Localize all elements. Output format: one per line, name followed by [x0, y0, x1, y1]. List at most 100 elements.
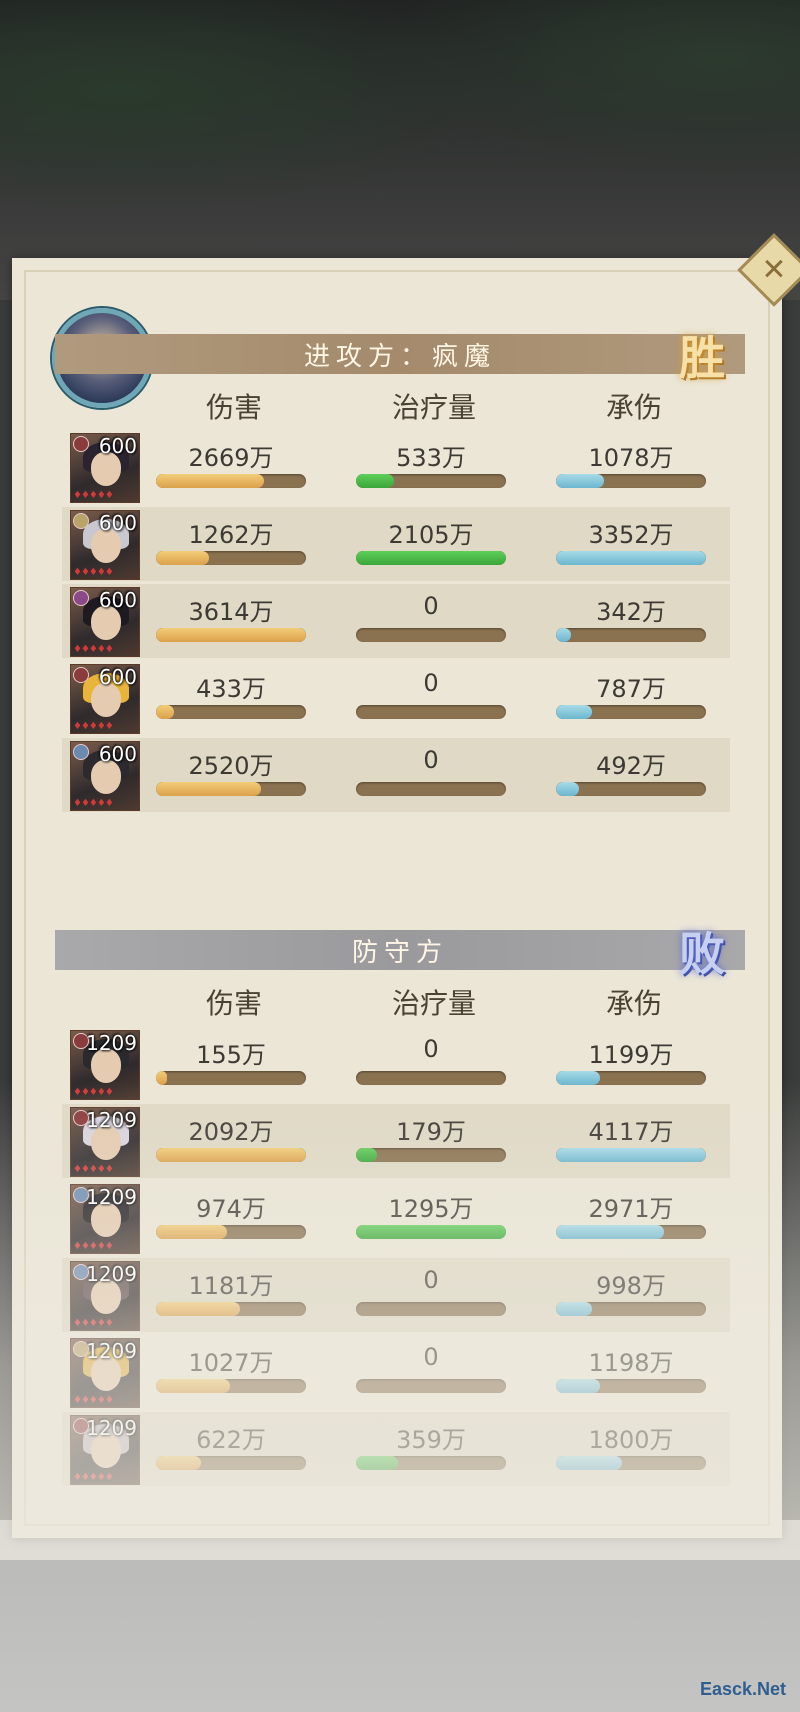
damage-value: 1262万: [188, 521, 274, 549]
element-icon: [73, 513, 89, 529]
heal-value: 0: [423, 669, 439, 697]
taken-bar: [556, 782, 706, 796]
defend-damage-stat: 2092万: [156, 1112, 306, 1172]
hero-portrait[interactable]: 600 ♦♦♦♦♦: [70, 510, 140, 580]
attack-taken-stat: 3352万: [556, 515, 706, 575]
damage-bar-fill: [156, 1071, 167, 1085]
attack-section-header: 进攻方：疯魔 胜: [55, 331, 745, 385]
heal-value: 359万: [396, 1426, 466, 1454]
attack-damage-stat: 2669万: [156, 438, 306, 498]
damage-bar-fill: [156, 1225, 227, 1239]
heal-bar-fill: [356, 474, 394, 488]
hero-portrait[interactable]: 1209 ♦♦♦♦♦: [70, 1030, 140, 1100]
taken-bar-fill: [556, 782, 579, 796]
heal-bar: [356, 1225, 506, 1239]
heal-bar-fill: [356, 551, 506, 565]
defend-taken-stat: 4117万: [556, 1112, 706, 1172]
heal-bar-fill: [356, 1225, 506, 1239]
taken-value: 3352万: [588, 521, 674, 549]
damage-value: 2520万: [188, 752, 274, 780]
damage-bar-fill: [156, 705, 174, 719]
hero-portrait[interactable]: 1209 ♦♦♦♦♦: [70, 1184, 140, 1254]
defend-heal-stat: 359万: [356, 1420, 506, 1480]
damage-bar: [156, 474, 306, 488]
star-rank-icon: ♦♦♦♦♦: [73, 490, 114, 501]
heal-value: 0: [423, 1266, 439, 1294]
attack-header-taken: 承伤: [605, 391, 662, 424]
defend-heal-stat: 0: [356, 1266, 506, 1326]
defend-hero-row: 1209 ♦♦♦♦♦ 974万 1295万 2971万: [62, 1181, 730, 1255]
defend-title: 防守方: [351, 937, 448, 968]
hero-level: 1209: [86, 1339, 137, 1363]
hero-level: 600: [98, 511, 137, 535]
taken-bar: [556, 705, 706, 719]
heal-value: 179万: [396, 1118, 466, 1146]
defend-taken-stat: 1199万: [556, 1035, 706, 1095]
taken-value: 1198万: [588, 1349, 674, 1377]
defend-heal-stat: 179万: [356, 1112, 506, 1172]
defend-taken-stat: 998万: [556, 1266, 706, 1326]
attack-heal-stat: 0: [356, 746, 506, 806]
defend-taken-stat: 1800万: [556, 1420, 706, 1480]
close-x-icon: ✕: [761, 252, 787, 288]
defend-heal-stat: 0: [356, 1343, 506, 1403]
damage-bar-fill: [156, 628, 306, 642]
damage-bar: [156, 1071, 306, 1085]
defend-header-damage: 伤害: [205, 987, 262, 1020]
hero-portrait[interactable]: 1209 ♦♦♦♦♦: [70, 1107, 140, 1177]
taken-bar: [556, 1225, 706, 1239]
taken-bar-fill: [556, 705, 592, 719]
damage-bar: [156, 628, 306, 642]
heal-bar: [356, 1456, 506, 1470]
attack-taken-stat: 1078万: [556, 438, 706, 498]
heal-bar-fill: [356, 1148, 377, 1162]
damage-bar-fill: [156, 782, 261, 796]
damage-bar: [156, 1379, 306, 1393]
heal-bar: [356, 551, 506, 565]
defend-result-badge: 败: [679, 927, 725, 981]
taken-bar: [556, 1456, 706, 1470]
attack-heal-stat: 533万: [356, 438, 506, 498]
star-rank-icon: ♦♦♦♦♦: [73, 1472, 114, 1483]
hero-portrait[interactable]: 1209 ♦♦♦♦♦: [70, 1415, 140, 1485]
hero-portrait[interactable]: 1209 ♦♦♦♦♦: [70, 1261, 140, 1331]
damage-bar: [156, 1225, 306, 1239]
star-rank-icon: ♦♦♦♦♦: [73, 1241, 114, 1252]
attack-damage-stat: 433万: [156, 669, 306, 729]
hero-level: 1209: [86, 1262, 137, 1286]
hero-portrait[interactable]: 600 ♦♦♦♦♦: [70, 587, 140, 657]
damage-value: 433万: [196, 675, 266, 703]
defend-damage-stat: 622万: [156, 1420, 306, 1480]
heal-value: 0: [423, 592, 439, 620]
taken-value: 342万: [596, 598, 666, 626]
watermark: Easck.Net: [699, 1679, 786, 1699]
heal-bar: [356, 705, 506, 719]
damage-bar-fill: [156, 1148, 306, 1162]
element-icon: [73, 744, 89, 760]
hero-portrait[interactable]: 600 ♦♦♦♦♦: [70, 433, 140, 503]
damage-value: 155万: [196, 1041, 266, 1069]
hero-portrait[interactable]: 600 ♦♦♦♦♦: [70, 741, 140, 811]
hero-portrait[interactable]: 1209 ♦♦♦♦♦: [70, 1338, 140, 1408]
star-rank-icon: ♦♦♦♦♦: [73, 1164, 114, 1175]
defend-hero-row: 1209 ♦♦♦♦♦ 622万 359万 1800万: [62, 1412, 730, 1486]
taken-bar-fill: [556, 1379, 600, 1393]
heal-value: 0: [423, 1035, 439, 1063]
element-icon: [73, 590, 89, 606]
defend-heal-stat: 0: [356, 1035, 506, 1095]
heal-value: 0: [423, 1343, 439, 1371]
hero-portrait[interactable]: 600 ♦♦♦♦♦: [70, 664, 140, 734]
taken-bar-fill: [556, 1071, 600, 1085]
hero-level: 600: [98, 742, 137, 766]
attack-heal-stat: 0: [356, 669, 506, 729]
attack-hero-row: 600 ♦♦♦♦♦ 2669万 533万 1078万: [62, 430, 730, 504]
defend-section-header: 防守方 败: [55, 927, 745, 981]
heal-value: 533万: [396, 444, 466, 472]
heal-bar: [356, 1148, 506, 1162]
taken-bar: [556, 1148, 706, 1162]
defend-hero-row: 1209 ♦♦♦♦♦ 155万 0 1199万: [62, 1027, 730, 1101]
taken-bar-fill: [556, 628, 571, 642]
defend-damage-stat: 1027万: [156, 1343, 306, 1403]
attack-taken-stat: 787万: [556, 669, 706, 729]
taken-bar: [556, 551, 706, 565]
